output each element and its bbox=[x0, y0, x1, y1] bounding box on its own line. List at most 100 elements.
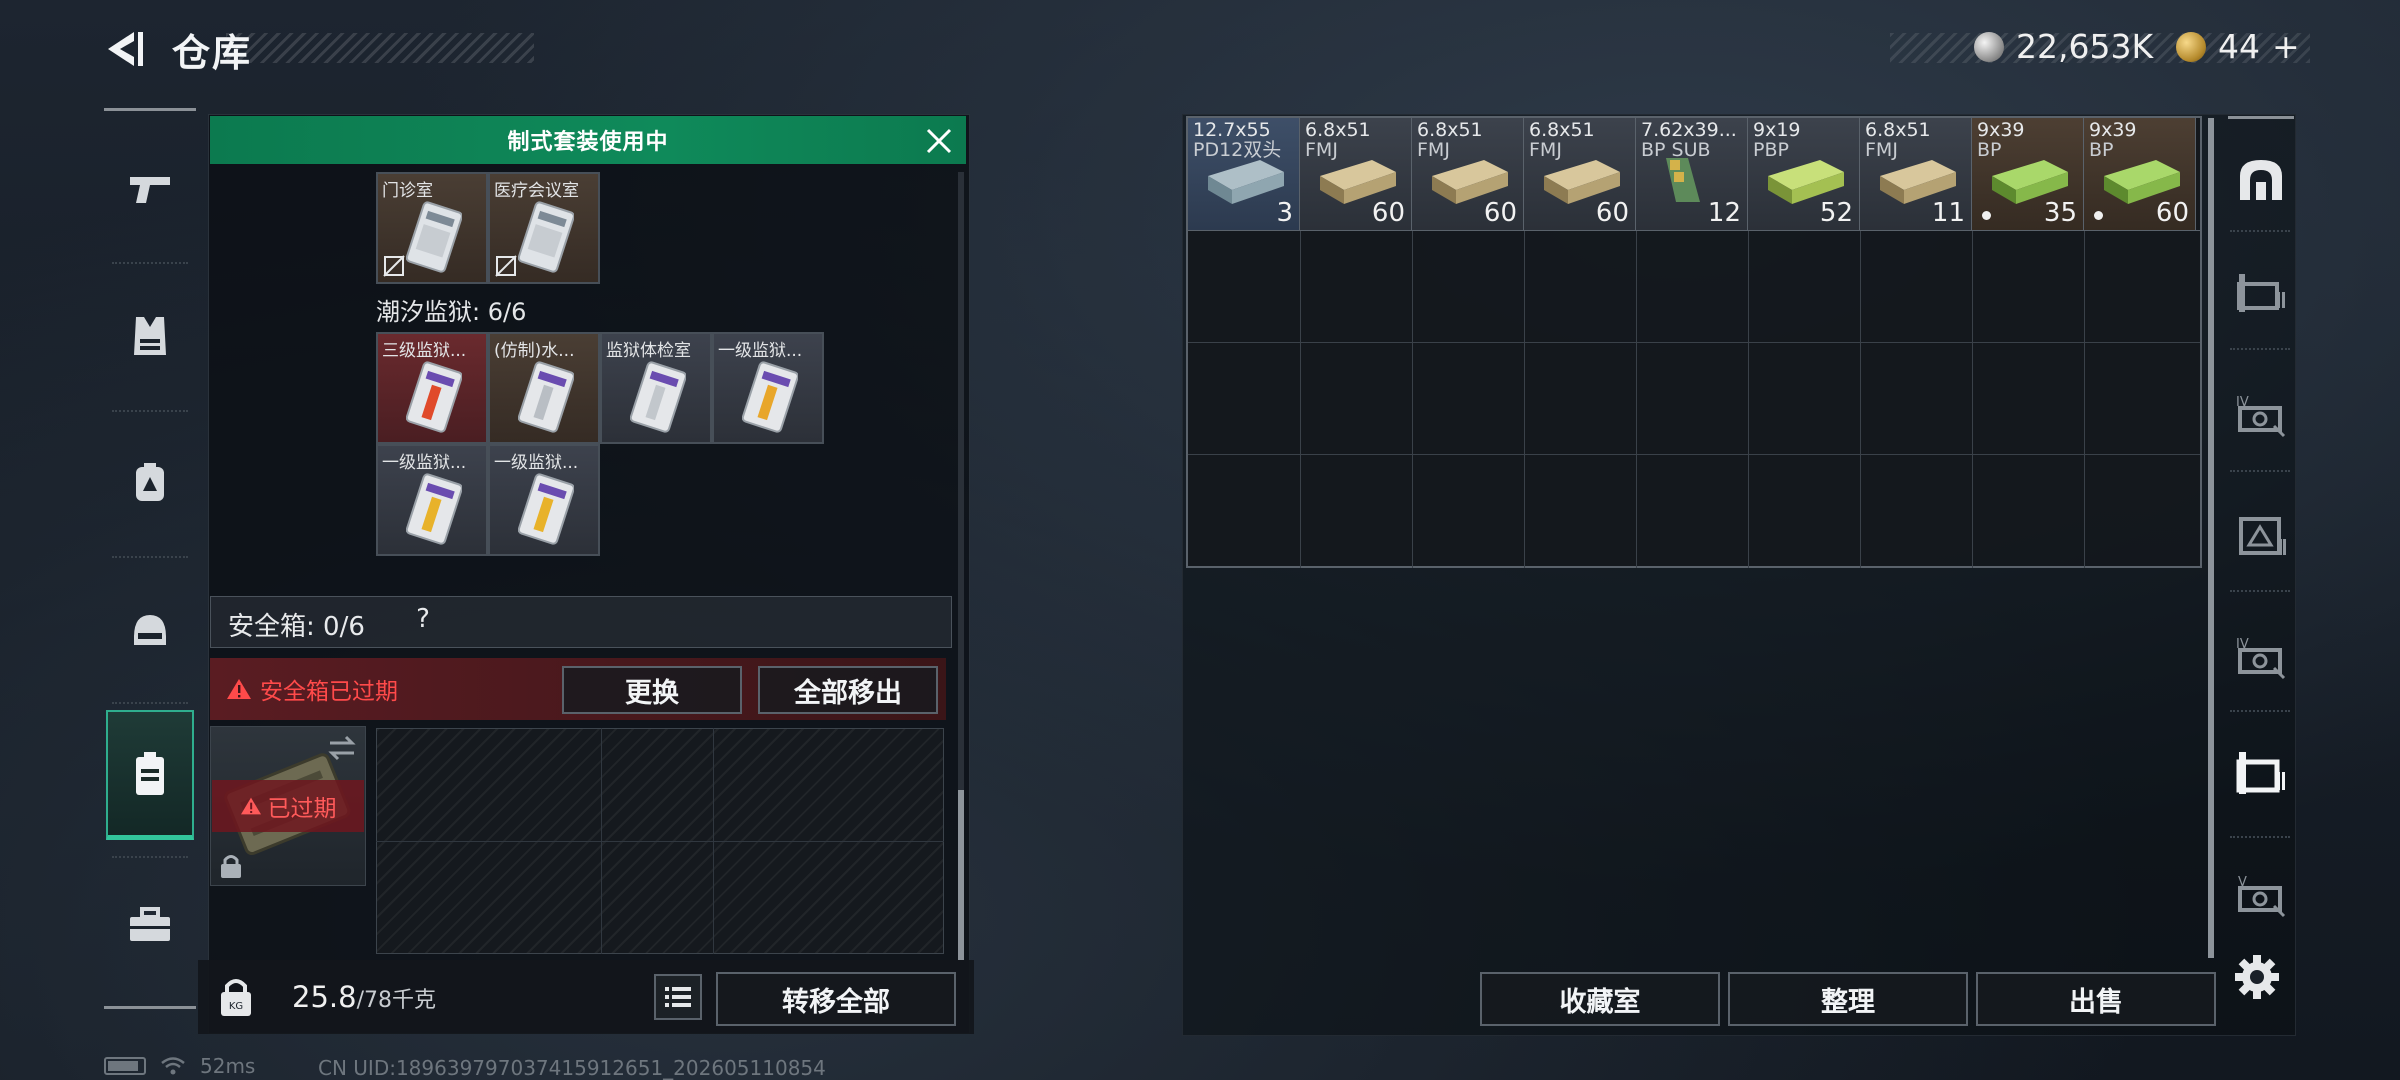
keycard-icon bbox=[406, 201, 462, 273]
add-gold-button[interactable]: + bbox=[2272, 27, 2300, 66]
ammo-count: 11 bbox=[1931, 198, 1965, 228]
right-nav-storage-3[interactable] bbox=[2222, 492, 2300, 582]
back-arrow-icon[interactable] bbox=[100, 26, 146, 72]
right-nav-storage-active[interactable] bbox=[2222, 728, 2300, 818]
nav-safe-case[interactable] bbox=[106, 710, 194, 840]
nav-separator bbox=[2230, 230, 2290, 232]
nav-backpack[interactable] bbox=[106, 418, 194, 548]
left-scrollbar-thumb[interactable] bbox=[958, 790, 964, 960]
sort-button[interactable]: 整理 bbox=[1728, 972, 1968, 1026]
ammo-count: 12 bbox=[1707, 198, 1741, 228]
helmet-icon bbox=[134, 615, 166, 645]
nav-separator bbox=[2230, 470, 2290, 472]
gold-currency[interactable]: 44 + bbox=[2176, 27, 2300, 66]
right-nav-storage-1[interactable] bbox=[2222, 248, 2300, 338]
keycard-icon bbox=[518, 361, 574, 433]
right-nav-storage-v[interactable]: V bbox=[2222, 850, 2300, 940]
ammo-count: 60 bbox=[2155, 198, 2189, 228]
nav-separator bbox=[2230, 710, 2290, 712]
ammo-item[interactable]: 9x19 PBP 52 bbox=[1748, 118, 1860, 230]
ammo-caliber: 6.8x51 bbox=[1417, 120, 1483, 140]
pistol-icon bbox=[130, 177, 170, 203]
svg-text:KG: KG bbox=[229, 1001, 243, 1012]
keycard-item[interactable]: 医疗会议室 bbox=[488, 172, 600, 284]
list-icon bbox=[665, 987, 691, 1007]
ammo-item[interactable]: 9x39 BP 60 bbox=[2084, 118, 2196, 230]
move-all-button[interactable]: 全部移出 bbox=[758, 666, 938, 714]
nav-separator bbox=[112, 856, 188, 858]
keycard-item[interactable]: (仿制)水... bbox=[488, 332, 600, 444]
nav-armor[interactable] bbox=[106, 272, 194, 402]
ammo-item[interactable]: 9x39 BP 35 bbox=[1972, 118, 2084, 230]
ammo-item[interactable]: 6.8x51 FMJ 11 bbox=[1860, 118, 1972, 230]
right-nav-storage-iv-2[interactable]: IV bbox=[2222, 612, 2300, 702]
collection-room-button[interactable]: 收藏室 bbox=[1480, 972, 1720, 1026]
battery-icon bbox=[104, 1057, 146, 1075]
right-nav-storage-iv[interactable]: IV bbox=[2222, 370, 2300, 460]
ammo-type: BP SUB bbox=[1641, 140, 1711, 160]
transfer-all-button[interactable]: 转移全部 bbox=[716, 972, 956, 1026]
ammo-caliber: 9x39 bbox=[1977, 120, 2025, 140]
replace-button[interactable]: 更换 bbox=[562, 666, 742, 714]
list-view-button[interactable] bbox=[654, 974, 702, 1020]
storage-iv-icon: IV bbox=[2236, 395, 2286, 438]
nav-top-line bbox=[104, 108, 196, 111]
keycard-item[interactable]: 监狱体检室 bbox=[600, 332, 712, 444]
storage-scrollbar[interactable] bbox=[2208, 118, 2214, 958]
ammo-type: PBP bbox=[1753, 140, 1789, 160]
wifi-icon bbox=[161, 1057, 185, 1075]
storage-shelf-icon bbox=[2237, 274, 2285, 312]
weight-max: /78千克 bbox=[356, 988, 436, 1013]
ammo-item[interactable]: 6.8x51 FMJ 60 bbox=[1412, 118, 1524, 230]
ammo-item[interactable]: 7.62x39... BP SUB 12 bbox=[1636, 118, 1748, 230]
ping-text: 52ms bbox=[200, 1054, 256, 1078]
weight-display: 25.8/78千克 bbox=[292, 980, 436, 1014]
no-transfer-icon bbox=[383, 255, 405, 277]
grid-line bbox=[1188, 342, 2200, 343]
arch-icon bbox=[2240, 160, 2282, 200]
keycard-item[interactable]: 一级监狱... bbox=[712, 332, 824, 444]
item-label: 三级监狱... bbox=[382, 341, 467, 361]
safe-case-icon bbox=[136, 751, 164, 795]
right-nav-top-line bbox=[2228, 116, 2294, 119]
item-label: 医疗会议室 bbox=[494, 181, 579, 201]
close-icon[interactable] bbox=[922, 124, 956, 158]
keycard-item[interactable]: 三级监狱... bbox=[376, 332, 488, 444]
weight-icon: KG bbox=[221, 979, 251, 1016]
no-transfer-icon bbox=[495, 255, 517, 277]
nav-separator bbox=[112, 702, 188, 704]
sell-button[interactable]: 出售 bbox=[1976, 972, 2216, 1026]
gear-icon[interactable] bbox=[2232, 952, 2282, 1002]
keycard-icon bbox=[742, 361, 798, 433]
ammo-type: BP bbox=[2089, 140, 2114, 160]
ammo-caliber: 6.8x51 bbox=[1865, 120, 1931, 140]
keycard-item[interactable]: 一级监狱... bbox=[376, 444, 488, 556]
keycard-icon bbox=[406, 361, 462, 433]
nav-toolbox[interactable] bbox=[106, 860, 194, 990]
help-icon[interactable]: ? bbox=[406, 604, 440, 638]
ammo-item[interactable]: 12.7x55 PD12双头 3 bbox=[1188, 118, 1300, 230]
nav-helmet[interactable] bbox=[106, 566, 194, 696]
section-title: 潮汐监狱: 6/6 bbox=[376, 298, 527, 326]
ammo-box-icon bbox=[1208, 160, 1284, 204]
ammo-item[interactable]: 6.8x51 FMJ 60 bbox=[1300, 118, 1412, 230]
expired-warning: 安全箱已过期 bbox=[226, 672, 398, 706]
silver-currency: 22,653K bbox=[1974, 27, 2153, 66]
ammo-caliber: 6.8x51 bbox=[1529, 120, 1595, 140]
keycard-item[interactable]: 门诊室 bbox=[376, 172, 488, 284]
keycard-icon bbox=[518, 473, 574, 545]
vest-icon bbox=[134, 317, 166, 355]
lock-icon bbox=[221, 855, 241, 878]
keycard-item[interactable]: 一级监狱... bbox=[488, 444, 600, 556]
nav-separator bbox=[2230, 590, 2290, 592]
expired-warning-text: 安全箱已过期 bbox=[260, 679, 398, 705]
right-nav-all[interactable] bbox=[2222, 134, 2300, 224]
backpack-icon bbox=[136, 463, 164, 501]
ammo-count: 35 bbox=[2043, 198, 2077, 228]
grid-line bbox=[376, 841, 944, 842]
ammo-item[interactable]: 6.8x51 FMJ 60 bbox=[1524, 118, 1636, 230]
nav-weapons[interactable] bbox=[106, 124, 194, 254]
swap-icon[interactable] bbox=[326, 734, 358, 762]
ammo-type: PD12双头 bbox=[1193, 140, 1282, 160]
expired-tag: 已过期 bbox=[212, 780, 364, 832]
